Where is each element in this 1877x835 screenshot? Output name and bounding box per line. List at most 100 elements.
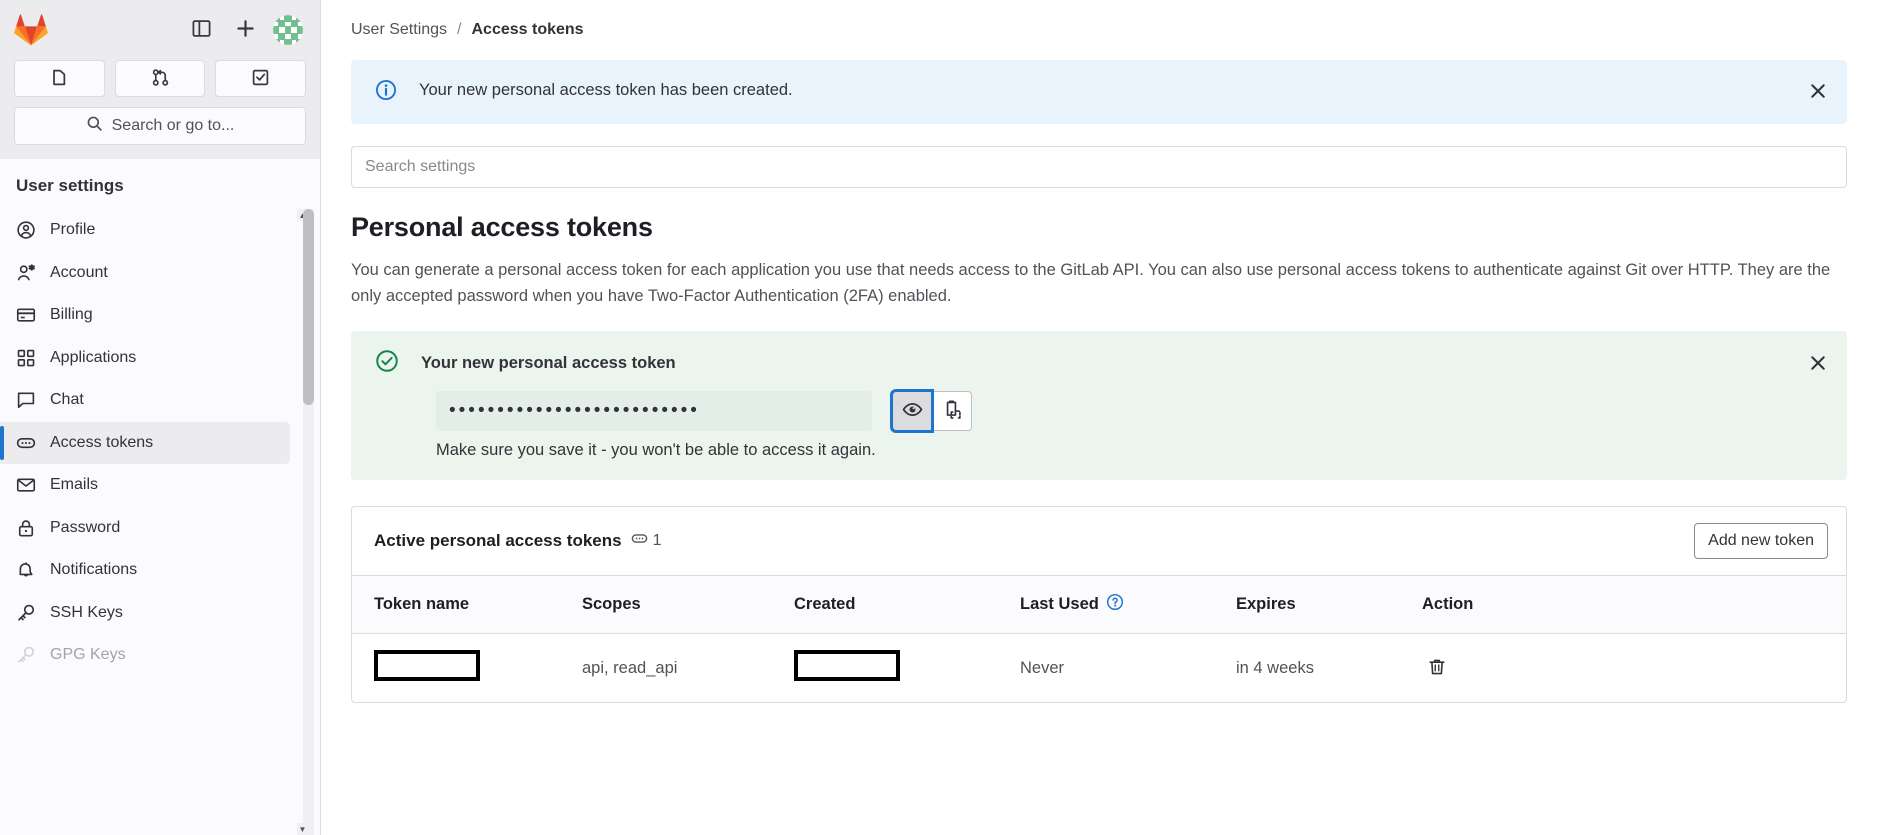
sidebar-toggle-button[interactable] — [184, 13, 218, 47]
sidebar-item-label: Profile — [50, 221, 96, 239]
main-content: User Settings / Access tokens Your new p… — [321, 0, 1877, 835]
check-circle-icon — [375, 349, 399, 378]
cell-token-name — [352, 633, 582, 703]
token-icon — [16, 433, 36, 453]
sidebar-item-access-tokens[interactable]: Access tokens — [0, 421, 290, 464]
gitlab-app-window: Search or go to... User settings Profile — [0, 0, 1877, 835]
column-header-last-used-label: Last Used — [1020, 595, 1099, 614]
sidebar-item-label: Emails — [50, 476, 99, 494]
active-tokens-card: Active personal access tokens 1 Add new … — [351, 506, 1847, 704]
sidebar-item-profile[interactable]: Profile — [0, 209, 290, 252]
account-icon — [16, 263, 36, 283]
settings-search-input[interactable] — [351, 146, 1847, 188]
sidebar-item-billing[interactable]: Billing — [0, 294, 290, 337]
breadcrumb-current[interactable]: Access tokens — [472, 21, 584, 39]
sidebar-item-ssh-keys[interactable]: SSH Keys — [0, 592, 290, 635]
sidebar-item-applications[interactable]: Applications — [0, 337, 290, 380]
search-icon — [86, 115, 103, 137]
copy-token-button[interactable] — [932, 391, 972, 432]
gitlab-logo[interactable] — [14, 14, 48, 46]
sidebar-scrollbar-thumb[interactable] — [303, 209, 314, 405]
breadcrumb-separator: / — [457, 21, 462, 38]
key-icon — [16, 603, 36, 623]
search-input[interactable]: Search or go to... — [14, 107, 306, 145]
sidebar-item-account[interactable]: Account — [0, 252, 290, 295]
tokens-table: Token name Scopes Created Last Used Expi… — [352, 575, 1846, 703]
trash-icon — [1427, 657, 1447, 680]
settings-content: Your new personal access token has been … — [321, 60, 1877, 835]
new-token-title: Your new personal access token — [421, 354, 676, 373]
sidebar-item-label: Notifications — [50, 561, 138, 579]
sidebar-item-chat[interactable]: Chat — [0, 379, 290, 422]
sidebar-scrollbar-track[interactable]: ▲ ▼ — [297, 209, 314, 835]
cell-last-used: Never — [1020, 633, 1236, 703]
sidebar-item-label: Account — [50, 263, 108, 281]
todo-check-icon — [251, 68, 270, 90]
revoke-token-button[interactable] — [1422, 653, 1452, 683]
envelope-icon — [16, 475, 36, 495]
sidebar-item-label: SSH Keys — [50, 603, 123, 621]
sidebar-item-label: Chat — [50, 391, 84, 409]
active-tokens-header: Active personal access tokens 1 Add new … — [352, 507, 1846, 575]
user-avatar-identicon — [272, 14, 304, 46]
token-icon — [631, 530, 648, 552]
sidebar-item-todos[interactable] — [215, 60, 307, 97]
cell-scopes: api, read_api — [582, 633, 794, 703]
billing-card-icon — [16, 305, 36, 325]
cell-expires: in 4 weeks — [1236, 633, 1422, 703]
scroll-down-arrow-icon[interactable]: ▼ — [297, 823, 308, 835]
active-tokens-count-badge: 1 — [631, 530, 662, 552]
sidebar-header-actions — [184, 13, 304, 47]
sidebar-item-password[interactable]: Password — [0, 507, 290, 550]
sidebar-item-notifications[interactable]: Notifications — [0, 549, 290, 592]
sidebar-item-emails[interactable]: Emails — [0, 464, 290, 507]
breadcrumb-parent[interactable]: User Settings — [351, 21, 447, 39]
sidebar-item-gpg-keys[interactable]: GPG Keys — [0, 634, 290, 677]
key-icon — [16, 645, 36, 665]
merge-request-icon — [151, 68, 170, 90]
alert-message: Your new personal access token has been … — [419, 81, 793, 99]
new-token-close-button[interactable] — [1805, 351, 1831, 377]
cell-created — [794, 633, 1020, 703]
cell-action — [1422, 633, 1846, 703]
reveal-token-button[interactable] — [890, 389, 934, 434]
column-header-token-name: Token name — [352, 575, 582, 634]
sidebar-item-label: Applications — [50, 348, 137, 366]
table-row: api, read_api Never in 4 weeks — [352, 633, 1846, 703]
primary-sidebar: Search or go to... User settings Profile — [0, 0, 321, 835]
avatar[interactable] — [272, 14, 304, 46]
sidebar-item-label: Password — [50, 518, 121, 536]
column-header-expires: Expires — [1236, 575, 1422, 634]
sidebar-item-label: Access tokens — [50, 433, 154, 451]
column-header-action: Action — [1422, 575, 1846, 634]
tokens-table-head: Token name Scopes Created Last Used Expi… — [352, 575, 1846, 634]
create-new-button[interactable] — [228, 13, 262, 47]
question-circle-icon[interactable] — [1106, 593, 1124, 616]
chat-bubble-icon — [16, 390, 36, 410]
active-tokens-count: 1 — [652, 532, 662, 550]
page-description: You can generate a personal access token… — [351, 261, 1831, 305]
add-new-token-button[interactable]: Add new token — [1694, 523, 1828, 560]
table-header-row: Token name Scopes Created Last Used Expi… — [352, 575, 1846, 634]
sidebar-item-issues[interactable] — [14, 60, 105, 97]
sidebar-item-merge-requests[interactable] — [114, 60, 206, 97]
new-token-value-row: •••••••••••••••••••••••••• — [436, 389, 1827, 434]
sidebar-nav: Profile Account Billing Applications Cha… — [0, 209, 320, 677]
redacted-created-date — [794, 650, 900, 682]
sidebar-search-wrap: Search or go to... — [0, 107, 320, 159]
token-value-buttons — [890, 389, 972, 434]
info-circle-icon — [375, 79, 397, 106]
token-value-field[interactable]: •••••••••••••••••••••••••• — [436, 391, 872, 432]
close-icon — [1808, 81, 1828, 104]
sidebar-header — [0, 0, 320, 60]
plus-icon — [235, 18, 256, 42]
sidebar-item-label: Billing — [50, 306, 93, 324]
sidebar-item-label: GPG Keys — [50, 646, 126, 664]
alert-close-button[interactable] — [1805, 79, 1831, 105]
applications-icon — [16, 348, 36, 368]
sidebar-quick-actions — [0, 60, 320, 107]
success-alert-banner: Your new personal access token has been … — [351, 60, 1847, 124]
column-header-created: Created — [794, 575, 1020, 634]
search-placeholder-label: Search or go to... — [111, 117, 235, 134]
tokens-table-body: api, read_api Never in 4 weeks — [352, 633, 1846, 703]
